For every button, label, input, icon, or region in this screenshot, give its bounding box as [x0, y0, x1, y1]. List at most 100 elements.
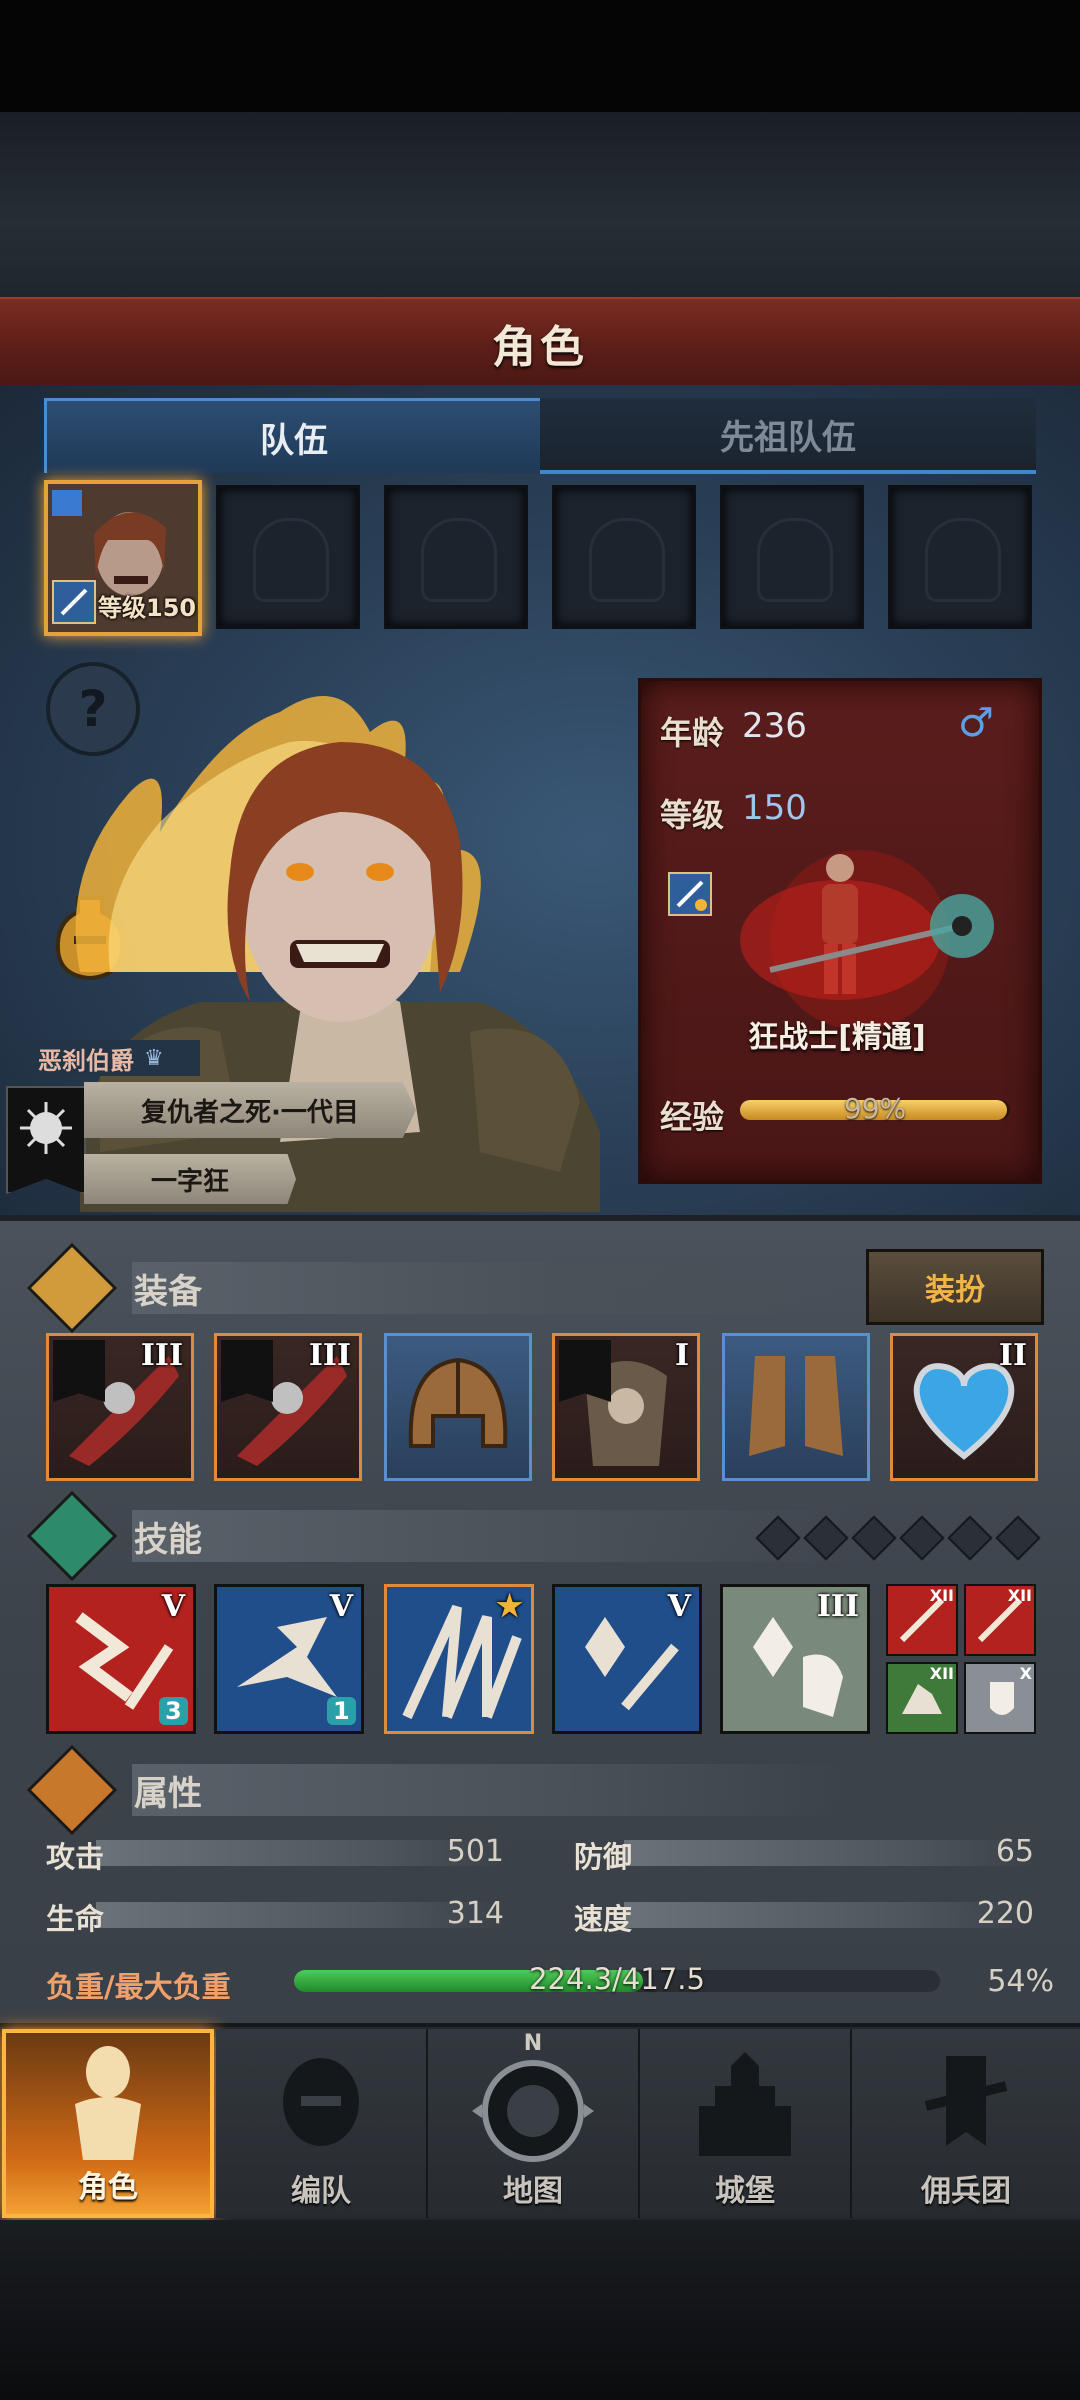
skill-tier: V: [667, 1589, 691, 1624]
tab-team[interactable]: 队伍: [44, 398, 544, 473]
skill-slot-4[interactable]: V: [552, 1584, 702, 1734]
level-label: 等级: [660, 796, 725, 834]
crown-icon: ♛: [144, 1045, 164, 1071]
tab-ancestor-team[interactable]: 先祖队伍: [540, 398, 1036, 474]
title-secondary-ribbon[interactable]: 一字狂: [84, 1154, 296, 1204]
age-label: 年龄: [660, 714, 725, 752]
page-title: 角色: [492, 322, 588, 373]
hp-label: 生命: [46, 1902, 105, 1936]
equip-slot-helmet[interactable]: [384, 1333, 532, 1481]
exp-percent: 99%: [843, 1092, 907, 1125]
nav-mercenary-label: 佣兵团: [921, 2174, 1011, 2209]
status-bar-area: [0, 0, 1080, 112]
nav-castle-label: 城堡: [715, 2174, 775, 2209]
attack-value: 501: [446, 1834, 504, 1869]
team-slot-2[interactable]: [216, 485, 360, 629]
load-percent: 54%: [987, 1964, 1054, 1999]
load-value: 224.3/417.5: [529, 1962, 705, 1996]
compass-north: N: [523, 2031, 543, 2056]
skill-tier: III: [816, 1589, 859, 1624]
speed-value: 220: [976, 1896, 1034, 1931]
equip-slot-weapon-right[interactable]: III: [214, 1333, 362, 1481]
header-backdrop: [0, 112, 1080, 297]
empty-helmet-icon: [757, 518, 833, 602]
nav-character-label: 角色: [78, 2170, 138, 2205]
title-primary-ribbon[interactable]: 复仇者之死·一代目: [84, 1082, 416, 1138]
skill-slot-5[interactable]: III: [720, 1584, 870, 1734]
equipment-header: 装备: [26, 1242, 202, 1334]
tab-team-label: 队伍: [260, 420, 328, 461]
equip-slot-weapon-left[interactable]: III: [46, 1333, 194, 1481]
equip-tier: I: [674, 1338, 689, 1373]
nav-formation[interactable]: 编队: [216, 2029, 428, 2218]
nav-formation-label: 编队: [291, 2174, 351, 2209]
skill-slot-1[interactable]: V 3: [46, 1584, 196, 1734]
nav-mercenary[interactable]: 佣兵团: [852, 2029, 1080, 2218]
dress-up-label: 装扮: [925, 1273, 985, 1308]
helmet-icon: [408, 1357, 508, 1448]
equip-tier: III: [308, 1338, 351, 1373]
helmet-group-icon: [283, 2058, 359, 2146]
passive-slot-1[interactable]: XII: [886, 1584, 958, 1656]
skill-badge: 1: [327, 1697, 356, 1725]
defense-value: 65: [995, 1834, 1034, 1869]
guild-banner-icon: [6, 1086, 86, 1194]
passive-tier: XII: [929, 1586, 954, 1605]
passive-tier: XII: [929, 1664, 954, 1683]
nav-castle[interactable]: 城堡: [640, 2029, 852, 2218]
nav-map[interactable]: N 地图: [428, 2029, 640, 2218]
equipment-header-bar: [132, 1262, 852, 1314]
person-icon: [26, 1744, 118, 1836]
skills-header-bar: [132, 1510, 852, 1562]
nav-map-label: 地图: [503, 2174, 563, 2209]
attributes-header-bar: [132, 1764, 852, 1816]
equip-slot-armor[interactable]: I: [552, 1333, 700, 1481]
dress-up-button[interactable]: 装扮: [866, 1249, 1044, 1325]
skill-star-icon: ★: [496, 1589, 523, 1624]
empty-helmet-icon: [589, 518, 665, 602]
attack-label: 攻击: [46, 1840, 105, 1874]
skill-tier: V: [161, 1589, 185, 1624]
tab-ancestor-label: 先祖队伍: [720, 417, 856, 458]
dagger-icon: [26, 1242, 118, 1334]
team-slot-5[interactable]: [720, 485, 864, 629]
passive-tier: X: [1019, 1664, 1032, 1683]
nav-character[interactable]: 角色: [2, 2029, 214, 2218]
passive-slot-4[interactable]: X: [964, 1662, 1036, 1734]
passive-tier: XII: [1007, 1586, 1032, 1605]
banner-icon: [53, 1340, 105, 1402]
star-icon: [26, 1490, 118, 1582]
passive-slot-3[interactable]: XII: [886, 1662, 958, 1734]
level-value: 150: [742, 788, 807, 828]
passive-slot-2[interactable]: XII: [964, 1584, 1036, 1656]
male-icon: ♂: [958, 700, 994, 746]
mercenary-banner-icon: [924, 2056, 1008, 2146]
class-sword-icon: [52, 580, 96, 624]
team-slot-3[interactable]: [384, 485, 528, 629]
team-slot-1[interactable]: 等级150: [44, 480, 202, 636]
attributes-header: 属性: [26, 1744, 202, 1836]
exp-label: 经验: [660, 1098, 725, 1136]
equip-tier: III: [140, 1338, 183, 1373]
skill-slot-3[interactable]: ★: [384, 1584, 534, 1734]
load-label: 负重/最大负重: [46, 1970, 231, 2004]
compass-icon: [472, 2060, 594, 2162]
equip-slot-boots[interactable]: [722, 1333, 870, 1481]
boots-icon: [749, 1356, 843, 1456]
banner-icon: [221, 1340, 273, 1402]
skill-badge: 3: [159, 1697, 188, 1725]
speed-label: 速度: [574, 1902, 633, 1936]
title-banner: 角色: [0, 297, 1080, 390]
banner-icon: [559, 1340, 611, 1402]
equip-slot-amulet[interactable]: II: [890, 1333, 1038, 1481]
skill-slot-2[interactable]: V 1: [214, 1584, 364, 1734]
team-slot-4[interactable]: [552, 485, 696, 629]
age-value: 236: [742, 706, 807, 746]
equipment-title: 装备: [134, 1271, 202, 1312]
equip-tier: II: [998, 1338, 1027, 1373]
hp-value: 314: [446, 1896, 504, 1931]
empty-helmet-icon: [421, 518, 497, 602]
title-secondary: 一字狂: [150, 1166, 229, 1197]
skills-header: 技能: [26, 1490, 202, 1582]
team-slot-6[interactable]: [888, 485, 1032, 629]
